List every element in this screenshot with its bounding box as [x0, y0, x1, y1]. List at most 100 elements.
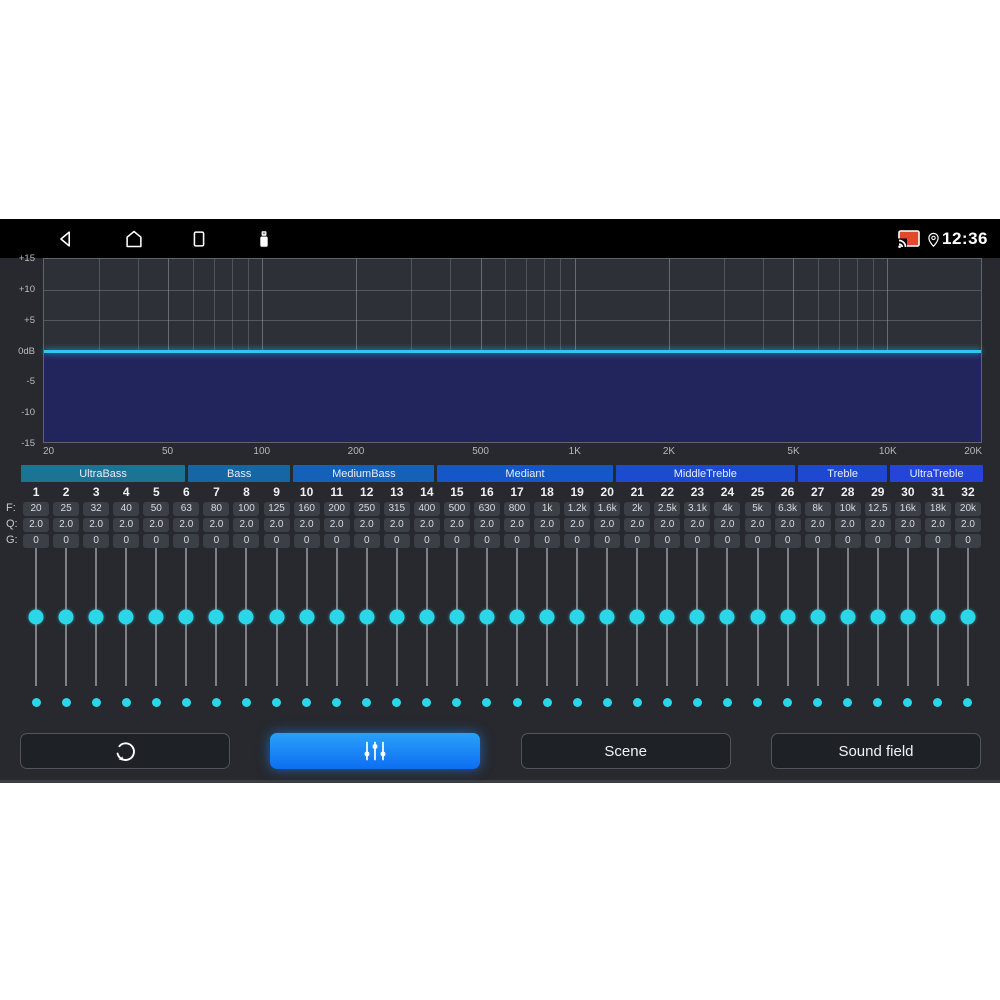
q-value-chip[interactable]: 2.0: [924, 517, 951, 532]
g-value-chip[interactable]: 0: [413, 533, 440, 548]
gain-slider[interactable]: [262, 548, 292, 686]
slider-knob[interactable]: [178, 609, 194, 625]
slider-knob[interactable]: [389, 609, 405, 625]
g-value-chip[interactable]: 0: [504, 533, 531, 548]
gain-slider[interactable]: [682, 548, 712, 686]
q-value-chip[interactable]: 2.0: [113, 517, 140, 532]
g-value-chip[interactable]: 0: [714, 533, 741, 548]
q-value-chip[interactable]: 2.0: [684, 517, 711, 532]
channel-dot[interactable]: [903, 698, 913, 707]
f-value-chip[interactable]: 20: [23, 501, 50, 516]
channel-dot[interactable]: [873, 698, 883, 707]
f-value-chip[interactable]: 25: [53, 501, 80, 516]
g-value-chip[interactable]: 0: [173, 533, 200, 548]
g-value-chip[interactable]: 0: [894, 533, 921, 548]
gain-slider[interactable]: [382, 548, 412, 686]
gain-slider[interactable]: [141, 548, 171, 686]
f-value-chip[interactable]: 400: [413, 501, 440, 516]
gain-slider[interactable]: [442, 548, 472, 686]
gain-slider[interactable]: [803, 548, 833, 686]
slider-knob[interactable]: [329, 609, 345, 625]
band-bass[interactable]: Bass: [188, 465, 291, 482]
slider-knob[interactable]: [118, 609, 134, 625]
gain-slider[interactable]: [863, 548, 893, 686]
q-value-chip[interactable]: 2.0: [504, 517, 531, 532]
g-value-chip[interactable]: 0: [624, 533, 651, 548]
f-value-chip[interactable]: 125: [263, 501, 290, 516]
f-value-chip[interactable]: 6.3k: [774, 501, 801, 516]
channel-dot[interactable]: [452, 698, 462, 707]
slider-knob[interactable]: [509, 609, 525, 625]
f-value-chip[interactable]: 10k: [834, 501, 861, 516]
slider-knob[interactable]: [689, 609, 705, 625]
g-value-chip[interactable]: 0: [323, 533, 350, 548]
gain-slider[interactable]: [21, 548, 51, 686]
gain-slider[interactable]: [51, 548, 81, 686]
slider-knob[interactable]: [569, 609, 585, 625]
g-value-chip[interactable]: 0: [534, 533, 561, 548]
gain-slider[interactable]: [953, 548, 983, 686]
q-value-chip[interactable]: 2.0: [834, 517, 861, 532]
g-value-chip[interactable]: 0: [23, 533, 50, 548]
g-value-chip[interactable]: 0: [924, 533, 951, 548]
q-value-chip[interactable]: 2.0: [323, 517, 350, 532]
gain-slider[interactable]: [532, 548, 562, 686]
q-value-chip[interactable]: 2.0: [774, 517, 801, 532]
gain-slider[interactable]: [472, 548, 502, 686]
reset-button[interactable]: [20, 733, 230, 769]
channel-dot[interactable]: [963, 698, 973, 707]
q-value-chip[interactable]: 2.0: [23, 517, 50, 532]
slider-knob[interactable]: [629, 609, 645, 625]
f-value-chip[interactable]: 200: [323, 501, 350, 516]
f-value-chip[interactable]: 50: [143, 501, 170, 516]
channel-dot[interactable]: [121, 698, 131, 707]
channel-dot[interactable]: [783, 698, 793, 707]
channel-dot[interactable]: [181, 698, 191, 707]
g-value-chip[interactable]: 0: [684, 533, 711, 548]
q-value-chip[interactable]: 2.0: [353, 517, 380, 532]
home-icon[interactable]: [122, 227, 146, 251]
channel-dot[interactable]: [241, 698, 251, 707]
g-value-chip[interactable]: 0: [83, 533, 110, 548]
f-value-chip[interactable]: 315: [383, 501, 410, 516]
slider-knob[interactable]: [930, 609, 946, 625]
channel-dot[interactable]: [302, 698, 312, 707]
q-value-chip[interactable]: 2.0: [804, 517, 831, 532]
f-value-chip[interactable]: 630: [473, 501, 500, 516]
g-value-chip[interactable]: 0: [353, 533, 380, 548]
channel-dot[interactable]: [482, 698, 492, 707]
channel-dot[interactable]: [843, 698, 853, 707]
gain-slider[interactable]: [322, 548, 352, 686]
q-value-chip[interactable]: 2.0: [564, 517, 591, 532]
f-value-chip[interactable]: 1.2k: [564, 501, 591, 516]
f-value-chip[interactable]: 32: [83, 501, 110, 516]
g-value-chip[interactable]: 0: [804, 533, 831, 548]
f-value-chip[interactable]: 100: [233, 501, 260, 516]
recents-icon[interactable]: [187, 227, 211, 251]
slider-knob[interactable]: [148, 609, 164, 625]
channel-dot[interactable]: [332, 698, 342, 707]
gain-slider[interactable]: [171, 548, 201, 686]
slider-knob[interactable]: [359, 609, 375, 625]
slider-knob[interactable]: [299, 609, 315, 625]
f-value-chip[interactable]: 5k: [744, 501, 771, 516]
channel-dot[interactable]: [272, 698, 282, 707]
gain-slider[interactable]: [201, 548, 231, 686]
g-value-chip[interactable]: 0: [383, 533, 410, 548]
f-value-chip[interactable]: 63: [173, 501, 200, 516]
slider-knob[interactable]: [28, 609, 44, 625]
g-value-chip[interactable]: 0: [744, 533, 771, 548]
channel-dot[interactable]: [632, 698, 642, 707]
f-value-chip[interactable]: 3.1k: [684, 501, 711, 516]
slider-knob[interactable]: [599, 609, 615, 625]
band-treble[interactable]: Treble: [798, 465, 888, 482]
q-value-chip[interactable]: 2.0: [83, 517, 110, 532]
f-value-chip[interactable]: 800: [504, 501, 531, 516]
g-value-chip[interactable]: 0: [143, 533, 170, 548]
g-value-chip[interactable]: 0: [263, 533, 290, 548]
f-value-chip[interactable]: 1.6k: [594, 501, 621, 516]
f-value-chip[interactable]: 40: [113, 501, 140, 516]
g-value-chip[interactable]: 0: [443, 533, 470, 548]
f-value-chip[interactable]: 12.5: [864, 501, 891, 516]
channel-dot[interactable]: [933, 698, 943, 707]
